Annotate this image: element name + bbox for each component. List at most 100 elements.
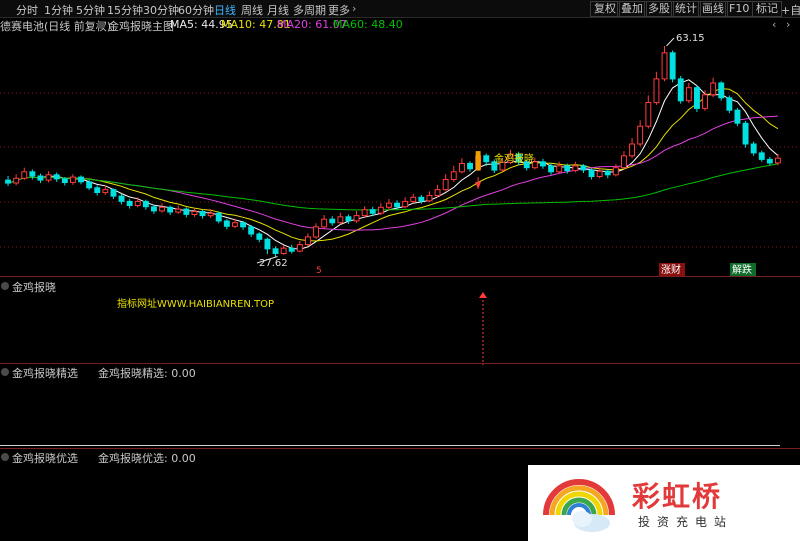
badge-jiedie-text: 解跌 [732,263,752,276]
candle [685,83,692,104]
panel2-baseline [0,445,780,446]
candle [118,193,125,205]
candle [167,205,174,216]
panel-divider [0,363,800,364]
candle [450,165,457,182]
ma-info-bar: 德赛电池(日线 前复权) 金鸡报晓主图 MA5: 44.95 MA10: 47.… [0,18,800,33]
tab-monthly[interactable]: 月线 [267,2,289,18]
main-indicator-name[interactable]: 金鸡报晓主图 [108,18,174,34]
candle [775,154,781,166]
candle [191,207,198,217]
candle [459,158,465,174]
candle [653,71,660,105]
indicator-dot-icon[interactable] [97,18,105,31]
tab-60min[interactable]: 60分钟 [178,2,214,18]
panel3-title[interactable]: 金鸡报晓优选 [12,450,78,466]
candle [426,191,433,203]
multi-stock-button[interactable]: 多股 [644,1,674,17]
candle [337,212,344,225]
tab-15min[interactable]: 15分钟 [107,2,143,18]
indicator-dot-icon[interactable] [1,279,9,292]
candle [94,185,101,196]
badge-jiedie: 解跌 [730,263,756,276]
indicator-dot-icon[interactable] [1,365,9,378]
price-chart[interactable]: 63.15 27.62 金鸡报晓 5 涨财 解跌 [0,33,800,278]
candle [377,203,384,216]
badge-zhangcai-text: 涨财 [661,263,681,276]
signal-arrow-head [475,181,482,189]
candle [572,161,579,173]
indicator-dot-icon[interactable] [1,450,9,463]
overlay-button[interactable]: 叠加 [617,1,647,17]
candle [126,199,133,209]
mark-button[interactable]: 标记 [752,1,782,17]
candle [288,244,295,254]
restore-rights-button[interactable]: 复权 [590,1,620,17]
statistics-button[interactable]: 统计 [671,1,701,17]
low-price-label: 27.62 [259,258,288,269]
chevron-left-icon[interactable]: ‹ [772,18,776,31]
candle [329,216,336,226]
panel3-value: 金鸡报晓优选: 0.00 [98,452,196,465]
candle [21,167,28,181]
candle [588,168,595,180]
panel2-header: 金鸡报晓精选 金鸡报晓精选: 0.00 [0,365,800,381]
tab-multi-period[interactable]: 多周期 [293,2,326,18]
candle [86,180,93,191]
candle [183,207,190,218]
candle [402,197,409,209]
candle [37,173,44,184]
panel1-header: 金鸡报晓 [0,279,800,295]
draw-line-button[interactable]: 画线 [698,1,728,17]
chevron-right-icon[interactable]: › [786,18,790,31]
stock-name: 德赛电池(日线 前复权) [0,20,112,33]
badge-zhangcai: 涨财 [659,263,685,276]
tab-weekly[interactable]: 周线 [241,2,263,18]
panel2-title[interactable]: 金鸡报晓精选 [12,365,78,381]
candle [750,141,757,156]
signal-label: 金鸡报晓 [494,152,534,165]
candle [434,184,441,198]
candle [742,120,749,148]
chevron-right-icon[interactable]: › [352,2,356,15]
signal-candle [475,151,481,171]
candle [726,95,733,114]
watermark-logo: 彩虹桥 投资充电站 [528,465,800,541]
chart-grid [0,92,800,248]
panel1-title[interactable]: 金鸡报晓 [12,279,56,295]
candle [580,164,587,173]
candle [621,151,627,170]
candle [53,172,60,182]
ma60-value: MA60: 48.40 [333,18,403,31]
candle [694,85,700,113]
tab-more[interactable]: 更多 [328,2,350,18]
candle [175,205,182,214]
candle [313,223,320,239]
signal-arrow-icon [479,292,487,365]
candle [305,233,311,247]
candle [353,210,360,223]
tab-1min[interactable]: 1分钟 [44,2,73,18]
tab-intraday[interactable]: 分时 [16,2,38,18]
candle [272,246,279,257]
candle [110,188,117,200]
candle [45,171,52,183]
candle [321,215,328,229]
candle [223,219,230,230]
candle [710,77,717,98]
tab-daily[interactable]: 日线 [214,2,236,18]
candle [159,203,166,213]
candle [345,214,352,224]
candle [467,161,474,172]
candle [758,150,765,162]
candle [669,50,676,83]
candle [677,75,684,104]
candle [661,45,668,82]
candle [296,241,303,253]
auto-button[interactable]: +自 [781,2,800,18]
f10-button[interactable]: F10 [725,1,754,17]
tab-5min[interactable]: 5分钟 [76,2,105,18]
tab-30min[interactable]: 30分钟 [143,2,179,18]
candle [604,169,611,179]
candle [248,225,255,237]
